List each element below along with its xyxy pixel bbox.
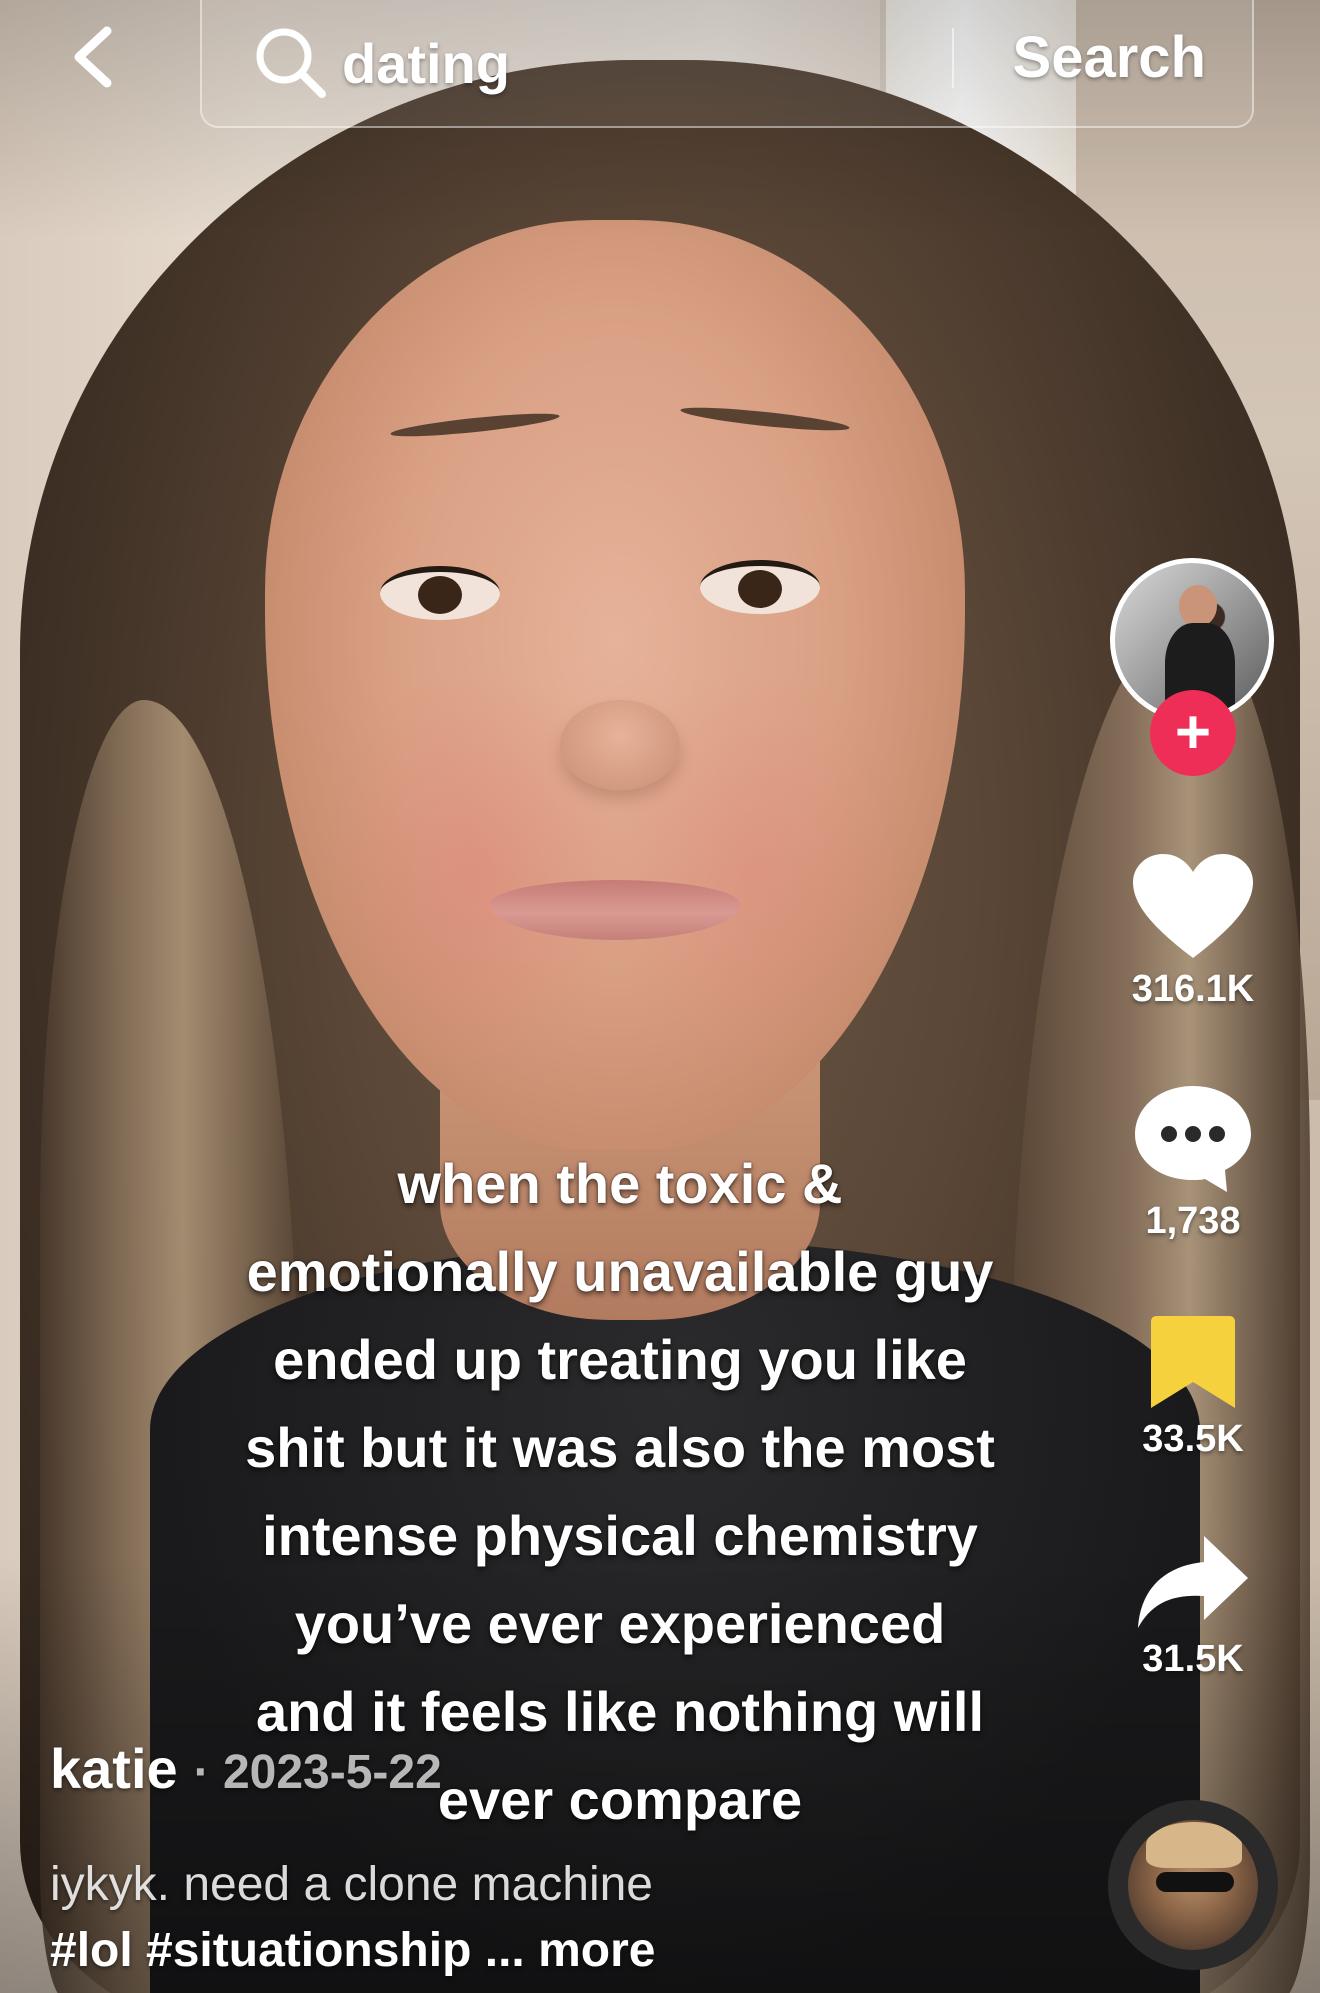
back-button[interactable]	[58, 22, 128, 92]
heart-icon	[1133, 854, 1253, 958]
search-divider	[952, 28, 954, 88]
post-date: · 2023-5-22	[193, 1746, 442, 1799]
more-link[interactable]: more	[538, 1924, 655, 1977]
username[interactable]: katie	[50, 1736, 178, 1801]
search-input[interactable]: dating	[342, 31, 510, 96]
search-button[interactable]: Search	[1013, 22, 1206, 94]
save-count: 33.5K	[1142, 1418, 1244, 1460]
chevron-left-icon	[74, 26, 112, 88]
share-arrow-icon	[1138, 1536, 1248, 1628]
like-count: 316.1K	[1131, 968, 1255, 1010]
bookmark-icon	[1151, 1316, 1235, 1408]
hashtag-lol[interactable]: #lol	[50, 1924, 133, 1977]
like-button[interactable]: 316.1K	[1108, 852, 1278, 1011]
hashtag-line: #lol #situationship ... more	[50, 1918, 1050, 1984]
avatar-head	[1179, 585, 1217, 627]
search-icon	[252, 23, 332, 103]
share-count: 31.5K	[1142, 1638, 1244, 1680]
plus-icon: +	[1174, 698, 1212, 767]
post-description[interactable]: iykyk. need a clone machine #lol #situat…	[50, 1852, 1050, 1984]
comment-bubble-icon	[1135, 1086, 1251, 1192]
description-text: iykyk. need a clone machine	[50, 1858, 653, 1911]
hashtag-situationship[interactable]: #situationship	[146, 1924, 471, 1977]
ellipsis: ...	[484, 1924, 525, 1977]
sound-disc[interactable]	[1108, 1800, 1278, 1970]
disc-sunglasses	[1156, 1872, 1234, 1892]
save-button[interactable]: 33.5K	[1108, 1312, 1278, 1461]
follow-button[interactable]: +	[1150, 690, 1236, 776]
comment-count: 1,738	[1145, 1200, 1241, 1242]
share-button[interactable]: 31.5K	[1108, 1532, 1278, 1681]
disc-hair	[1146, 1822, 1242, 1868]
author-line: katie · 2023-5-22	[50, 1736, 442, 1801]
search-bar[interactable]: dating Search	[200, 0, 1254, 128]
comment-button[interactable]: 1,738	[1108, 1082, 1278, 1243]
